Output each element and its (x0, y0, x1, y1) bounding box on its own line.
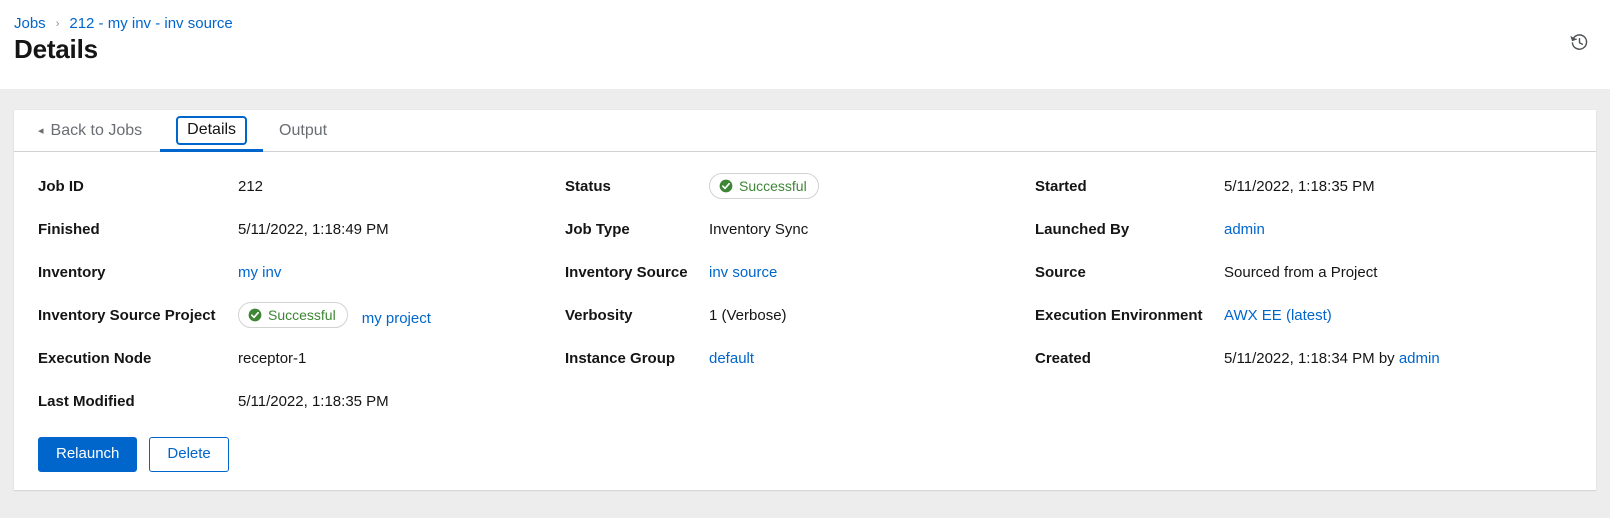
detail-label-empty-2 (1035, 389, 1224, 432)
detail-label-execution-environment: Execution Environment (1035, 303, 1224, 346)
launched-by-link[interactable]: admin (1224, 221, 1265, 238)
detail-value-job-id: 212 (238, 174, 565, 217)
detail-value-status: Successful (709, 174, 1035, 217)
breadcrumb-link-jobs[interactable]: Jobs (14, 14, 46, 34)
detail-label-inventory-source-project: Inventory Source Project (38, 303, 238, 346)
detail-label-execution-node: Execution Node (38, 346, 238, 389)
project-link[interactable]: my project (362, 308, 431, 329)
project-status-badge: Successful (238, 302, 348, 328)
instance-group-link[interactable]: default (709, 350, 754, 367)
detail-value-inventory-source: inv source (709, 260, 1035, 303)
detail-value-execution-environment: AWX EE (latest) (1224, 303, 1610, 346)
detail-label-verbosity: Verbosity (565, 303, 709, 346)
inventory-link[interactable]: my inv (238, 264, 281, 281)
detail-label-launched-by: Launched By (1035, 217, 1224, 260)
detail-value-job-type: Inventory Sync (709, 217, 1035, 260)
tab-output-label: Output (279, 122, 327, 140)
detail-label-job-type: Job Type (565, 217, 709, 260)
breadcrumb: Jobs › 212 - my inv - inv source (14, 14, 233, 34)
detail-label-empty-1 (565, 389, 709, 432)
job-details-page: Jobs › 212 - my inv - inv source Details… (0, 0, 1610, 518)
detail-label-inventory-source: Inventory Source (565, 260, 709, 303)
page-title: Details (14, 34, 98, 65)
detail-value-created: 5/11/2022, 1:18:34 PM by admin (1224, 346, 1610, 389)
detail-value-source: Sourced from a Project (1224, 260, 1610, 303)
status-badge: Successful (709, 173, 819, 199)
detail-label-instance-group: Instance Group (565, 346, 709, 389)
detail-label-finished: Finished (38, 217, 238, 260)
detail-value-inventory-source-project: Successful my project (238, 303, 565, 346)
tab-back-to-jobs-label: Back to Jobs (51, 122, 143, 140)
tab-details-label: Details (176, 116, 247, 145)
action-button-row: Relaunch Delete (14, 432, 1596, 472)
tab-output[interactable]: Output (263, 110, 343, 151)
detail-label-created: Created (1035, 346, 1224, 389)
detail-value-launched-by: admin (1224, 217, 1610, 260)
delete-button[interactable]: Delete (149, 437, 228, 472)
tab-bar: ◂ Back to Jobs Details Output (14, 110, 1596, 152)
created-by-link[interactable]: admin (1399, 350, 1440, 367)
details-grid: Job ID 212 Status Successful Started 5/1… (14, 152, 1596, 432)
detail-value-instance-group: default (709, 346, 1035, 389)
relaunch-button[interactable]: Relaunch (38, 437, 137, 472)
detail-value-execution-node: receptor-1 (238, 346, 565, 389)
detail-value-empty-1 (709, 389, 1035, 432)
project-status-badge-label: Successful (268, 306, 336, 324)
details-card: ◂ Back to Jobs Details Output Job ID 212… (14, 110, 1596, 490)
tab-details[interactable]: Details (160, 110, 263, 151)
detail-value-empty-2 (1224, 389, 1610, 432)
execution-environment-link[interactable]: AWX EE (latest) (1224, 307, 1332, 324)
chevron-left-icon: ◂ (38, 124, 44, 137)
detail-value-verbosity: 1 (Verbose) (709, 303, 1035, 346)
inventory-source-link[interactable]: inv source (709, 264, 777, 281)
circle-check-icon (719, 179, 733, 193)
breadcrumb-link-current-job[interactable]: 212 - my inv - inv source (69, 14, 232, 34)
detail-label-source: Source (1035, 260, 1224, 303)
created-timestamp: 5/11/2022, 1:18:34 PM by (1224, 350, 1399, 367)
detail-value-inventory: my inv (238, 260, 565, 303)
detail-label-job-id: Job ID (38, 174, 238, 217)
status-badge-label: Successful (739, 177, 807, 195)
detail-label-started: Started (1035, 174, 1224, 217)
page-header: Jobs › 212 - my inv - inv source Details (0, 0, 1610, 89)
detail-value-finished: 5/11/2022, 1:18:49 PM (238, 217, 565, 260)
detail-label-last-modified: Last Modified (38, 389, 238, 432)
circle-check-icon (248, 308, 262, 322)
breadcrumb-separator-icon: › (46, 14, 70, 34)
tab-back-to-jobs[interactable]: ◂ Back to Jobs (38, 110, 160, 151)
history-icon[interactable] (1564, 27, 1594, 57)
detail-label-inventory: Inventory (38, 260, 238, 303)
detail-label-status: Status (565, 174, 709, 217)
detail-value-last-modified: 5/11/2022, 1:18:35 PM (238, 389, 565, 432)
detail-value-started: 5/11/2022, 1:18:35 PM (1224, 174, 1610, 217)
